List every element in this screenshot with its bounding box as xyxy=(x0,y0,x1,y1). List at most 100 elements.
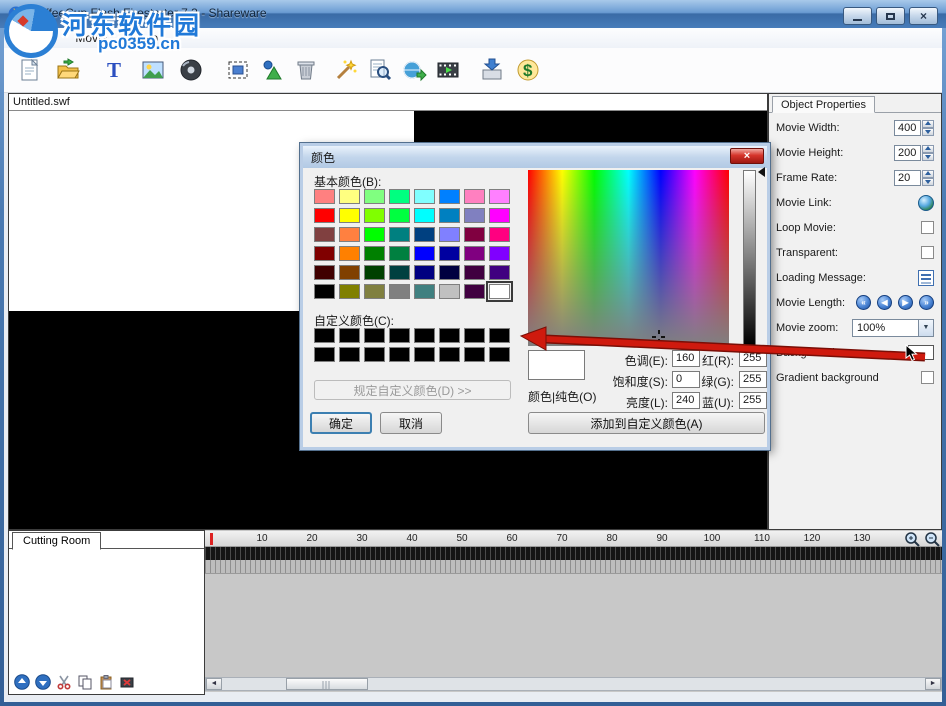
basic-color-46[interactable] xyxy=(464,284,485,299)
basic-color-19[interactable] xyxy=(389,227,410,242)
basic-color-10[interactable] xyxy=(364,208,385,223)
basic-color-37[interactable] xyxy=(439,265,460,280)
basic-color-36[interactable] xyxy=(414,265,435,280)
movie-width-input[interactable]: 400 xyxy=(894,120,921,136)
basic-color-14[interactable] xyxy=(464,208,485,223)
cancel-button[interactable]: 取消 xyxy=(380,412,442,434)
basic-color-32[interactable] xyxy=(314,265,335,280)
custom-color-12[interactable] xyxy=(414,347,435,362)
preview-movie-button[interactable] xyxy=(432,53,464,87)
find-button[interactable] xyxy=(364,53,396,87)
basic-color-29[interactable] xyxy=(439,246,460,261)
effects-wand-button[interactable] xyxy=(330,53,362,87)
movie-length-first-button[interactable]: « xyxy=(856,295,871,310)
chevron-down-icon[interactable]: ▼ xyxy=(918,320,933,336)
basic-color-44[interactable] xyxy=(414,284,435,299)
basic-color-18[interactable] xyxy=(364,227,385,242)
basic-color-47[interactable] xyxy=(489,284,510,299)
cutting-room-tab[interactable]: Cutting Room xyxy=(12,532,101,550)
custom-color-4[interactable] xyxy=(414,328,435,343)
movie-width-spin-dn[interactable] xyxy=(922,128,934,136)
hue-saturation-field[interactable] xyxy=(528,170,729,346)
basic-color-26[interactable] xyxy=(364,246,385,261)
delete-button[interactable] xyxy=(290,53,322,87)
basic-color-38[interactable] xyxy=(464,265,485,280)
custom-color-2[interactable] xyxy=(364,328,385,343)
menu-file[interactable]: File xyxy=(30,31,49,45)
frame-rate-spin-dn[interactable] xyxy=(922,178,934,186)
title-bar[interactable]: CoffeeCup Flash Firestarter 7.3 - Sharew… xyxy=(0,0,946,28)
loop-movie-checkbox[interactable] xyxy=(921,221,934,234)
add-to-custom-colors-button[interactable]: 添加到自定义颜色(A) xyxy=(528,412,765,434)
dialog-close-button[interactable]: × xyxy=(730,148,764,164)
custom-color-5[interactable] xyxy=(439,328,460,343)
luminance-bar[interactable] xyxy=(743,170,756,346)
basic-color-15[interactable] xyxy=(489,208,510,223)
basic-color-2[interactable] xyxy=(364,189,385,204)
playhead[interactable] xyxy=(210,533,213,545)
timeline-scrollbar[interactable]: ◄ ► xyxy=(205,677,942,691)
insert-shape-button[interactable] xyxy=(256,53,288,87)
custom-color-14[interactable] xyxy=(464,347,485,362)
frame-cells[interactable] xyxy=(205,560,942,574)
maximize-button[interactable] xyxy=(876,7,905,25)
movie-height-input[interactable]: 200 xyxy=(894,145,921,161)
scrollbar-thumb[interactable] xyxy=(286,678,368,690)
scroll-right-button[interactable]: ► xyxy=(925,678,941,690)
menu-movie[interactable]: Movie xyxy=(75,31,107,45)
export-button[interactable] xyxy=(476,53,508,87)
close-button[interactable]: × xyxy=(909,7,938,25)
basic-color-16[interactable] xyxy=(314,227,335,242)
delete-frame-button[interactable] xyxy=(118,673,135,690)
basic-color-3[interactable] xyxy=(389,189,410,204)
red-input[interactable]: 255 xyxy=(739,350,767,367)
basic-color-17[interactable] xyxy=(339,227,360,242)
green-input[interactable]: 255 xyxy=(739,371,767,388)
custom-color-6[interactable] xyxy=(464,328,485,343)
dialog-title-bar[interactable]: 颜色 × xyxy=(303,146,767,168)
basic-color-5[interactable] xyxy=(439,189,460,204)
custom-color-0[interactable] xyxy=(314,328,335,343)
movie-zoom-dropdown[interactable]: 100%▼ xyxy=(852,319,934,337)
basic-color-33[interactable] xyxy=(339,265,360,280)
frame-rate-input[interactable]: 20 xyxy=(894,170,921,186)
background-color-swatch[interactable] xyxy=(908,345,934,360)
basic-color-6[interactable] xyxy=(464,189,485,204)
custom-color-8[interactable] xyxy=(314,347,335,362)
selection-button[interactable] xyxy=(222,53,254,87)
custom-color-9[interactable] xyxy=(339,347,360,362)
custom-color-11[interactable] xyxy=(389,347,410,362)
insert-text-button[interactable]: T xyxy=(99,53,131,87)
movie-length-prev-button[interactable]: ◀ xyxy=(877,295,892,310)
blue-input[interactable]: 255 xyxy=(739,392,767,409)
basic-color-7[interactable] xyxy=(489,189,510,204)
movie-height-spin-up[interactable] xyxy=(922,145,934,153)
basic-color-13[interactable] xyxy=(439,208,460,223)
custom-color-15[interactable] xyxy=(489,347,510,362)
basic-color-34[interactable] xyxy=(364,265,385,280)
movie-length-next-button[interactable]: ▶ xyxy=(898,295,913,310)
copy-button[interactable] xyxy=(76,673,93,690)
frame-rate-spin-up[interactable] xyxy=(922,170,934,178)
basic-color-25[interactable] xyxy=(339,246,360,261)
zoom-out-button[interactable] xyxy=(923,531,941,547)
register-button[interactable]: $ xyxy=(512,53,544,87)
basic-color-41[interactable] xyxy=(339,284,360,299)
scroll-left-button[interactable]: ◄ xyxy=(206,678,222,690)
globe-icon[interactable] xyxy=(918,195,934,211)
movie-length-last-button[interactable]: » xyxy=(919,295,934,310)
document-tab[interactable]: Untitled.swf xyxy=(13,96,70,108)
basic-color-23[interactable] xyxy=(489,227,510,242)
basic-color-35[interactable] xyxy=(389,265,410,280)
record-disc-button[interactable] xyxy=(175,53,207,87)
custom-color-10[interactable] xyxy=(364,347,385,362)
basic-color-0[interactable] xyxy=(314,189,335,204)
loading-message-icon[interactable] xyxy=(918,270,934,286)
basic-color-42[interactable] xyxy=(364,284,385,299)
basic-color-24[interactable] xyxy=(314,246,335,261)
open-button[interactable] xyxy=(52,53,84,87)
basic-color-20[interactable] xyxy=(414,227,435,242)
minimize-button[interactable] xyxy=(843,7,872,25)
move-up-button[interactable] xyxy=(13,673,30,690)
custom-color-3[interactable] xyxy=(389,328,410,343)
